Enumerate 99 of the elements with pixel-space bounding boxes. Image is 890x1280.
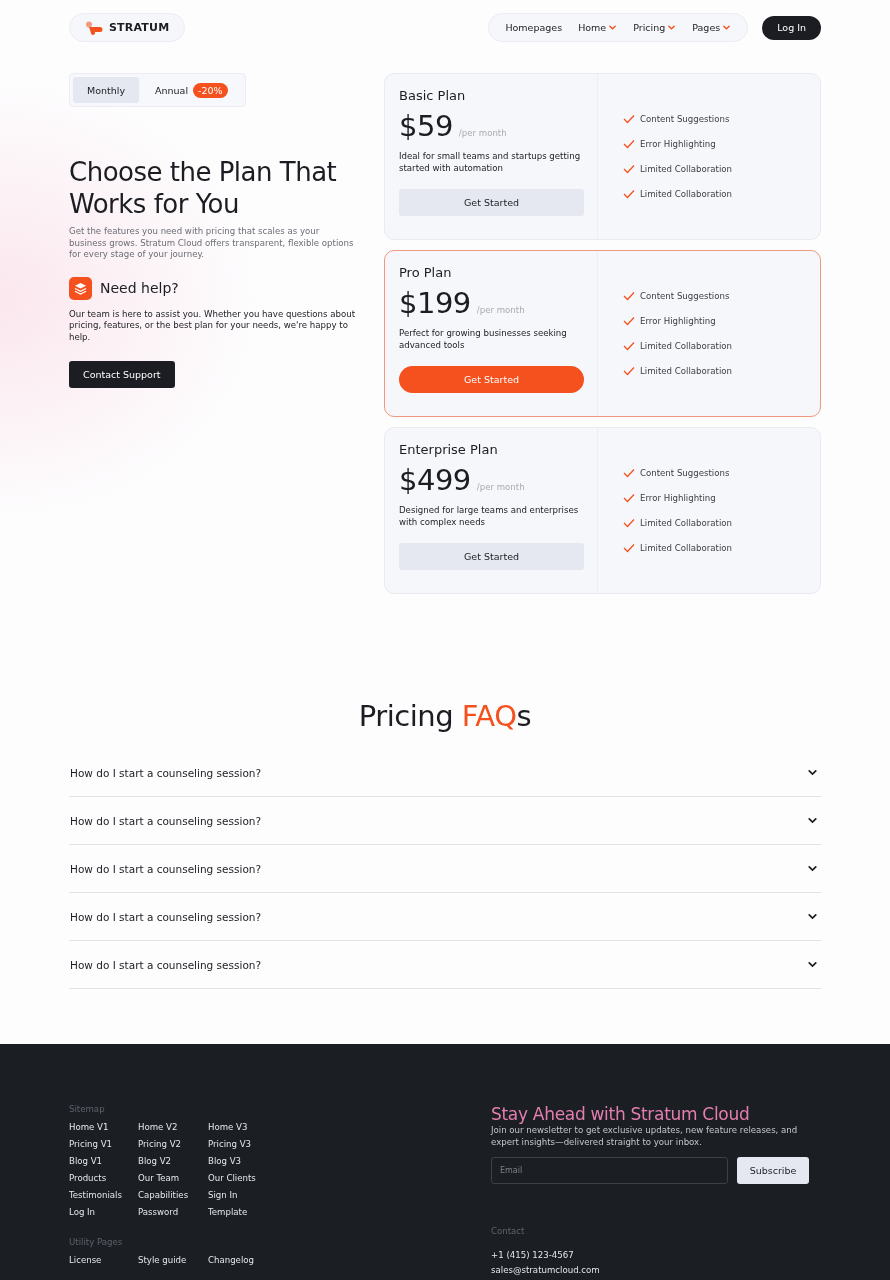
nav-link[interactable]: Homepages bbox=[503, 22, 565, 33]
email-address: sales@stratumcloud.com bbox=[491, 1264, 601, 1277]
chevron-down-icon bbox=[807, 959, 818, 970]
footer-link[interactable]: Pricing V3 bbox=[208, 1138, 278, 1150]
footer-link[interactable]: Home V3 bbox=[208, 1121, 278, 1133]
newsletter-title: Stay Ahead with Stratum Cloud bbox=[491, 1104, 751, 1124]
subscribe-button[interactable]: Subscribe bbox=[737, 1157, 809, 1184]
page-heading: Choose the Plan That Works for You bbox=[69, 156, 338, 220]
footer-link[interactable]: Sign In bbox=[208, 1189, 278, 1201]
phone-number: +1 (415) 123-4567 bbox=[491, 1249, 575, 1262]
footer-link[interactable]: Capabilities bbox=[138, 1189, 208, 1201]
utility-label: Utility Pages bbox=[69, 1237, 124, 1247]
chevron-down-icon bbox=[807, 815, 818, 826]
feature-text: Limited Collaboration bbox=[640, 366, 733, 376]
sitemap-label: Sitemap bbox=[69, 1104, 106, 1114]
nav-link[interactable]: Pricing bbox=[631, 22, 679, 33]
check-icon bbox=[623, 114, 635, 124]
plan-name: Basic Plan bbox=[399, 88, 467, 103]
faq-heading: Pricing FAQs bbox=[357, 699, 533, 733]
billing-option[interactable]: Annual -20% bbox=[141, 77, 242, 103]
discount-badge: -20% bbox=[193, 82, 228, 98]
footer-link[interactable]: Log In bbox=[69, 1206, 138, 1218]
faq-item[interactable]: How do I start a counseling session? bbox=[69, 941, 821, 989]
feature-text: Error Highlighting bbox=[640, 316, 716, 326]
plan-description: Designed for large teams and enterprises with complex needs bbox=[399, 505, 580, 529]
billing-option[interactable]: Monthly bbox=[73, 77, 140, 103]
footer-link[interactable]: Our Team bbox=[138, 1172, 208, 1184]
plan-price: $59 bbox=[399, 109, 453, 143]
login-button[interactable]: Log In bbox=[762, 15, 821, 40]
footer-link[interactable]: Changelog bbox=[208, 1254, 278, 1266]
check-icon bbox=[623, 468, 635, 478]
footer-link[interactable]: Our Clients bbox=[208, 1172, 278, 1184]
footer-link[interactable]: Products bbox=[69, 1172, 138, 1184]
price-period: /per month bbox=[476, 482, 525, 492]
chevron-down-icon bbox=[722, 23, 732, 32]
page-subtitle: Get the features you need with pricing that scales as your business grows. Stratum Cloud offers transparent, flexible options for every stage of your journey. bbox=[69, 226, 355, 261]
feature-text: Limited Collaboration bbox=[640, 164, 733, 174]
footer-link[interactable]: Pricing V2 bbox=[138, 1138, 208, 1150]
footer-link[interactable]: Blog V3 bbox=[208, 1155, 278, 1167]
feature-text: Error Highlighting bbox=[640, 493, 716, 503]
get-started-button[interactable]: Get Started bbox=[399, 543, 584, 570]
chevron-down-icon bbox=[807, 767, 818, 778]
chevron-down-icon bbox=[807, 911, 818, 922]
footer-link[interactable]: Style guide bbox=[138, 1254, 208, 1266]
newsletter-text: Join our newsletter to get exclusive updates, new feature releases, and expert insights—delivered straight to your inbox. bbox=[491, 1125, 799, 1148]
check-icon bbox=[623, 543, 635, 553]
brand-name: STRATUM bbox=[109, 21, 170, 34]
plan-name: Pro Plan bbox=[399, 265, 453, 280]
brand-logo[interactable]: STRATUM bbox=[69, 13, 186, 42]
feature-text: Limited Collaboration bbox=[640, 189, 733, 199]
check-icon bbox=[623, 139, 635, 149]
nav-link[interactable]: Home bbox=[576, 22, 620, 33]
faq-item[interactable]: How do I start a counseling session? bbox=[69, 893, 821, 941]
footer-link[interactable]: Pricing V1 bbox=[69, 1138, 138, 1150]
footer-link[interactable]: Home V1 bbox=[69, 1121, 138, 1133]
check-icon bbox=[623, 316, 635, 326]
get-started-button[interactable]: Get Started bbox=[399, 189, 584, 216]
plan-price: $499 bbox=[399, 463, 471, 497]
check-icon bbox=[623, 189, 635, 199]
plan-name: Enterprise Plan bbox=[399, 442, 499, 457]
feature-text: Limited Collaboration bbox=[640, 341, 733, 351]
help-title: Need help? bbox=[100, 280, 179, 296]
chevron-down-icon bbox=[807, 863, 818, 874]
contact-label: Contact bbox=[491, 1226, 526, 1236]
footer-link[interactable]: Password bbox=[138, 1206, 208, 1218]
feature-text: Error Highlighting bbox=[640, 139, 716, 149]
help-text: Our team is here to assist you. Whether you have questions about pricing, features, or the best plan for your needs, we're happy to help. bbox=[69, 308, 357, 343]
footer-link[interactable]: License bbox=[69, 1254, 138, 1266]
price-period: /per month bbox=[458, 128, 507, 138]
chevron-down-icon bbox=[608, 23, 618, 32]
plan-description: Perfect for growing businesses seeking advanced tools bbox=[399, 328, 568, 352]
feature-text: Content Suggestions bbox=[640, 291, 730, 301]
check-icon bbox=[623, 164, 635, 174]
plan-price: $199 bbox=[399, 286, 471, 320]
footer-link[interactable]: Blog V1 bbox=[69, 1155, 138, 1167]
faq-item[interactable]: How do I start a counseling session? bbox=[69, 797, 821, 845]
feature-text: Limited Collaboration bbox=[640, 518, 733, 528]
plan-description: Ideal for small teams and startups getting started with automation bbox=[399, 151, 582, 175]
check-icon bbox=[623, 366, 635, 376]
layers-icon bbox=[69, 276, 92, 300]
check-icon bbox=[623, 291, 635, 301]
nav-link[interactable]: Pages bbox=[690, 22, 734, 33]
footer-link[interactable]: Blog V2 bbox=[138, 1155, 208, 1167]
footer-link[interactable]: Template bbox=[208, 1206, 278, 1218]
contact-support-button[interactable]: Contact Support bbox=[69, 361, 175, 388]
faq-item[interactable]: How do I start a counseling session? bbox=[69, 845, 821, 893]
check-icon bbox=[623, 493, 635, 503]
email-field[interactable]: Email bbox=[491, 1157, 728, 1184]
footer-link[interactable]: Home V2 bbox=[138, 1121, 208, 1133]
chevron-down-icon bbox=[667, 23, 677, 32]
check-icon bbox=[623, 341, 635, 351]
feature-text: Content Suggestions bbox=[640, 468, 730, 478]
footer-link[interactable]: Testimonials bbox=[69, 1189, 138, 1201]
price-period: /per month bbox=[476, 305, 525, 315]
feature-text: Content Suggestions bbox=[640, 114, 730, 124]
faq-item[interactable]: How do I start a counseling session? bbox=[69, 749, 821, 797]
logo-icon bbox=[85, 20, 103, 35]
check-icon bbox=[623, 518, 635, 528]
feature-text: Limited Collaboration bbox=[640, 543, 733, 553]
